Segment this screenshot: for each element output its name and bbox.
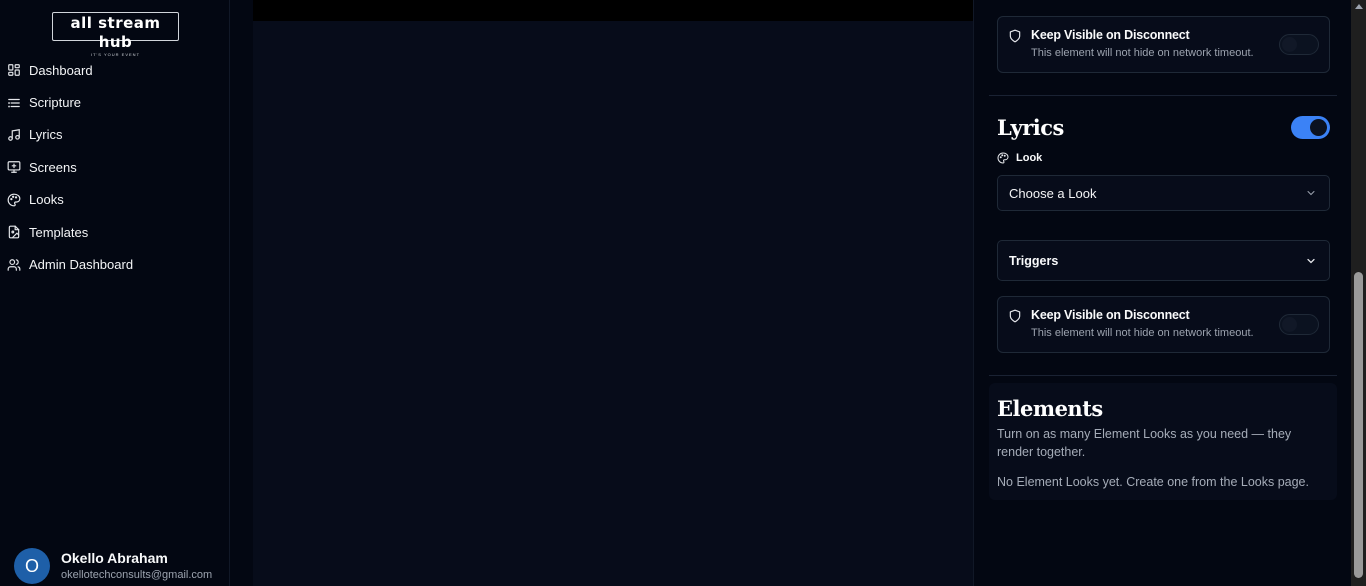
sidebar-item-label: Admin Dashboard xyxy=(29,257,134,273)
sidebar: all stream hub IT'S YOUR EVENT Dashboard… xyxy=(0,0,230,586)
user-profile[interactable]: O Okello Abraham okellotechconsults@gmai… xyxy=(14,548,212,584)
palette-icon xyxy=(997,152,1009,164)
image-file-icon xyxy=(8,225,20,239)
sidebar-item-label: Looks xyxy=(29,192,64,208)
logo-text: all stream hub xyxy=(70,14,161,51)
sidebar-item-label: Screens xyxy=(29,159,77,175)
sidebar-item-label: Scripture xyxy=(29,95,82,111)
preview-canvas xyxy=(253,0,973,586)
sidebar-item-label: Templates xyxy=(29,224,89,240)
lyrics-section-title: Lyrics xyxy=(997,115,1064,140)
sidebar-item-dashboard[interactable]: Dashboard xyxy=(0,54,229,86)
list-icon xyxy=(8,98,20,108)
elements-description: Turn on as many Element Looks as you nee… xyxy=(997,427,1292,459)
app-root: all stream hub IT'S YOUR EVENT Dashboard… xyxy=(0,0,1366,586)
section-divider xyxy=(989,375,1337,376)
sidebar-item-label: Lyrics xyxy=(29,127,63,143)
scrollbar-thumb[interactable] xyxy=(1354,272,1363,578)
sidebar-item-scripture[interactable]: Scripture xyxy=(0,86,229,118)
keep-visible-title: Keep Visible on Disconnect xyxy=(1031,308,1190,322)
sidebar-item-lyrics[interactable]: Lyrics xyxy=(0,119,229,151)
look-select-value: Choose a Look xyxy=(1009,186,1097,201)
sidebar-item-admin-dashboard[interactable]: Admin Dashboard xyxy=(0,248,229,280)
scroll-up-arrow-icon[interactable] xyxy=(1355,4,1363,9)
elements-section-title: Elements xyxy=(997,396,1103,421)
keep-visible-title: Keep Visible on Disconnect xyxy=(1031,28,1190,42)
avatar[interactable]: O xyxy=(14,548,50,584)
settings-panel: Keep Visible on Disconnect This element … xyxy=(973,0,1351,586)
triggers-label: Triggers xyxy=(1009,254,1059,268)
sidebar-item-label: Dashboard xyxy=(29,62,93,78)
sidebar-item-templates[interactable]: Templates xyxy=(0,216,229,248)
users-icon xyxy=(7,258,21,271)
user-info: Okello Abraham okellotechconsults@gmail.… xyxy=(61,549,212,583)
user-name: Okello Abraham xyxy=(61,550,168,566)
chevron-down-icon xyxy=(1307,191,1315,196)
chevron-down-icon xyxy=(1307,258,1315,264)
grid-icon xyxy=(8,64,20,77)
music-icon xyxy=(8,129,20,141)
keep-visible-toggle[interactable] xyxy=(1279,314,1319,335)
look-label: Look xyxy=(997,152,1042,164)
triggers-accordion[interactable]: Triggers xyxy=(997,240,1330,281)
user-email: okellotechconsults@gmail.com xyxy=(61,569,213,581)
keep-visible-toggle[interactable] xyxy=(1279,34,1319,55)
shield-icon xyxy=(1009,29,1021,43)
sidebar-item-looks[interactable]: Looks xyxy=(0,184,229,216)
look-select[interactable]: Choose a Look xyxy=(997,175,1330,211)
section-divider xyxy=(989,95,1337,96)
sidebar-item-screens[interactable]: Screens xyxy=(0,151,229,183)
lyrics-enable-toggle[interactable] xyxy=(1291,116,1330,139)
sidebar-nav: Dashboard Scripture Lyrics Screens Looks… xyxy=(0,54,229,281)
look-label-text: Look xyxy=(1016,152,1043,164)
preview-top-bar xyxy=(253,0,973,21)
keep-visible-card-lyrics: Keep Visible on Disconnect This element … xyxy=(997,296,1330,353)
keep-visible-card-top: Keep Visible on Disconnect This element … xyxy=(997,16,1330,73)
keep-visible-description: This element will not hide on network ti… xyxy=(1031,47,1254,59)
keep-visible-description: This element will not hide on network ti… xyxy=(1031,327,1254,339)
app-logo[interactable]: all stream hub IT'S YOUR EVENT xyxy=(52,12,179,57)
elements-empty-state: No Element Looks yet. Create one from th… xyxy=(997,475,1309,489)
palette-icon xyxy=(7,193,21,207)
page-scrollbar[interactable] xyxy=(1351,0,1366,586)
shield-icon xyxy=(1009,309,1021,323)
monitor-icon xyxy=(7,161,21,174)
